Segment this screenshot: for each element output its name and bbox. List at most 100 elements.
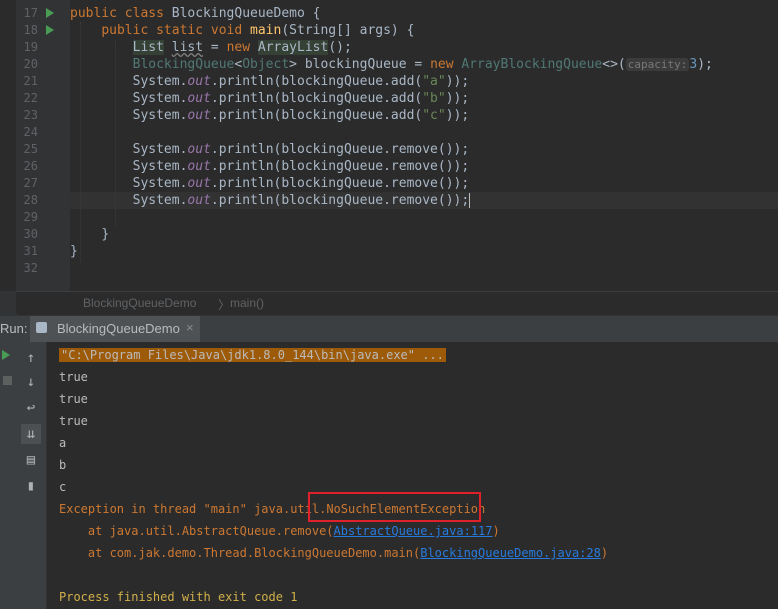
string-literal: "a" (422, 74, 446, 89)
code-text: .println(blockingQueue. (210, 176, 391, 191)
line-number: 31 (23, 244, 38, 258)
string-literal: "c" (422, 108, 446, 123)
code-text: .println(blockingQueue. (210, 142, 391, 157)
code-text: } (70, 244, 78, 259)
method-call: remove (390, 176, 438, 191)
console-output-line: c (59, 480, 67, 494)
code-text: { (304, 6, 321, 21)
source-link[interactable]: BlockingQueueDemo.java:28 (420, 546, 601, 560)
code-text: ()); (437, 142, 470, 157)
run-tab[interactable]: BlockingQueueDemo × (30, 316, 200, 342)
code-line-23: System.out.println(blockingQueue.add("c"… (70, 107, 470, 124)
trash-icon[interactable]: ▮ (21, 476, 41, 496)
process-finished-line: Process finished with exit code 1 (59, 590, 298, 604)
run-class-icon[interactable] (46, 8, 54, 18)
code-text-area[interactable]: public class BlockingQueueDemo { public … (70, 0, 778, 291)
text-caret (469, 193, 471, 208)
raw-type: List (132, 40, 164, 55)
soft-wrap-icon[interactable]: ↩ (21, 398, 41, 418)
code-text: System. (132, 159, 188, 174)
breadcrumb-class[interactable]: BlockingQueueDemo (83, 296, 196, 310)
code-line-20: BlockingQueue<Object> blockingQueue = ne… (70, 56, 713, 73)
close-icon[interactable]: × (186, 320, 194, 335)
code-text: .println(blockingQueue. (210, 74, 391, 89)
stack-trace-line: at com.jak.demo.Thread.BlockingQueueDemo… (59, 542, 608, 564)
highlight-box (308, 492, 481, 522)
run-main-icon[interactable] (46, 25, 54, 35)
arrow-down-icon[interactable]: ↓ (21, 372, 41, 392)
code-text: .println(blockingQueue. (210, 108, 391, 123)
code-line-25: System.out.println(blockingQueue.remove(… (70, 141, 470, 158)
breadcrumb-method[interactable]: main() (230, 296, 264, 310)
console-output[interactable]: "C:\Program Files\Java\jdk1.8.0_144\bin\… (47, 342, 778, 609)
line-number: 23 (23, 108, 38, 122)
trace-text: at java.util.AbstractQueue.remove( (59, 524, 334, 538)
stop-icon[interactable] (3, 376, 12, 385)
code-text: ( (281, 23, 290, 38)
line-number: 25 (23, 142, 38, 156)
run-left-toolbar (0, 342, 16, 609)
line-number: 28 (23, 193, 38, 207)
code-text: ); (697, 57, 713, 72)
static-field: out (187, 108, 211, 123)
console-output-line: true (59, 414, 88, 428)
line-number: 21 (23, 74, 38, 88)
trace-text: ) (492, 524, 500, 538)
line-number: 26 (23, 159, 38, 173)
stack-trace-line: at java.util.AbstractQueue.remove(Abstra… (59, 520, 500, 542)
class-name: BlockingQueue (132, 57, 235, 72)
code-line-17: public class BlockingQueueDemo { (70, 5, 320, 22)
code-text: .println(blockingQueue. (210, 193, 391, 208)
rerun-icon[interactable] (2, 350, 10, 360)
java-command: "C:\Program Files\Java\jdk1.8.0_144\bin\… (59, 348, 446, 362)
line-number: 18 (23, 23, 38, 37)
print-icon[interactable]: ▤ (21, 450, 41, 470)
line-number: 29 (23, 210, 38, 224)
line-number: 24 (23, 125, 38, 139)
code-text: ()); (437, 176, 470, 191)
code-text: System. (132, 176, 188, 191)
string-literal: "b" (422, 91, 446, 106)
scroll-to-end-icon[interactable]: ⇊ (21, 424, 41, 444)
arrow-up-icon[interactable]: ↑ (21, 348, 41, 368)
code-editor[interactable]: 17 18 19 20 21 22 23 24 25 26 27 28 29 3… (0, 0, 778, 291)
code-line-27: System.out.println(blockingQueue.remove(… (70, 175, 470, 192)
code-line-19: List list = new ArrayList(); (70, 39, 352, 56)
line-number: 19 (23, 40, 38, 54)
method-name: main (250, 23, 282, 38)
code-text: .println(blockingQueue. (210, 159, 391, 174)
method-call: add (390, 74, 415, 89)
keyword: new (226, 40, 258, 55)
keyword: public class (70, 6, 172, 21)
source-link[interactable]: AbstractQueue.java:117 (334, 524, 493, 538)
code-line-28: System.out.println(blockingQueue.remove(… (70, 192, 471, 209)
code-text: .println(blockingQueue. (210, 91, 391, 106)
code-text: System. (132, 108, 188, 123)
code-text: System. (132, 142, 188, 157)
code-text: > (289, 57, 297, 72)
keyword: new (430, 57, 462, 72)
class-name: String (289, 23, 337, 38)
trace-text: ) (600, 546, 609, 560)
console-command-line: "C:\Program Files\Java\jdk1.8.0_144\bin\… (59, 344, 446, 366)
static-field: out (187, 74, 211, 89)
console-output-line: b (59, 458, 67, 472)
number-literal: 3 (689, 57, 698, 72)
method-call: remove (390, 159, 438, 174)
method-call: add (390, 108, 415, 123)
exception-prefix: Exception in thread "main" java.util. (59, 502, 327, 516)
class-name: BlockingQueueDemo (171, 6, 305, 21)
code-text: blockingQueue = (297, 57, 431, 72)
keyword: public static void (101, 23, 251, 38)
method-call: remove (390, 142, 438, 157)
run-tab-title: BlockingQueueDemo (57, 321, 180, 336)
code-line-26: System.out.println(blockingQueue.remove(… (70, 158, 470, 175)
